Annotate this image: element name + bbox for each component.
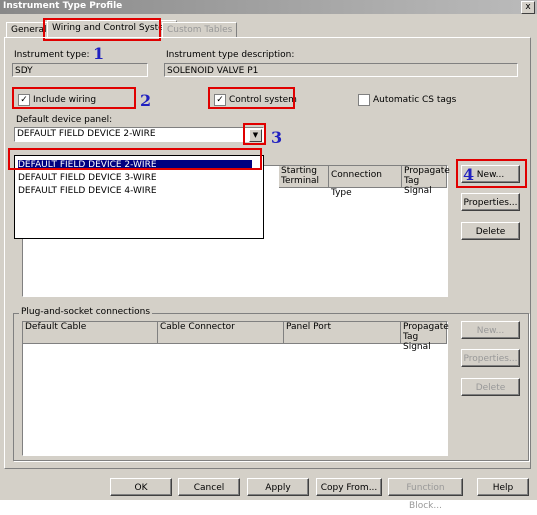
cable-connector-header[interactable]: Cable Connector [158,322,284,344]
instrument-type-label: Instrument type: [14,50,90,60]
default-device-panel-label: Default device panel: [16,115,113,125]
plug-and-socket-title: Plug-and-socket connections [19,307,153,317]
callout-4: 4 [463,165,475,184]
window-title: Instrument Type Profile [3,1,123,11]
propagate-tag-signal-header[interactable]: Propagate Tag Signal [402,166,450,196]
help-button[interactable]: Help [477,478,529,496]
default-cable-header[interactable]: Default Cable [23,322,158,344]
plug-new-button: New... [461,321,520,339]
instrument-description-label: Instrument type description: [166,50,295,60]
callout-3: 3 [271,128,283,147]
annotation-box-dropdown-arrow [243,123,266,145]
default-device-panel-value: DEFAULT FIELD DEVICE 2-WIRE [17,129,156,139]
automatic-cs-tags-checkbox[interactable] [358,94,370,106]
annotation-box-include-wiring [12,87,136,109]
plug-propagate-tag-signal-header[interactable]: Propagate Tag Signal [401,322,449,352]
tab-custom-tables: Custom Tables [162,22,238,38]
properties-button[interactable]: Properties... [461,193,520,211]
instrument-type-profile-dialog: Instrument Type Profile x General Wiring… [0,0,537,511]
automatic-cs-tags-label: Automatic CS tags [373,95,457,105]
copy-from-button[interactable]: Copy From... [316,478,382,496]
ok-button[interactable]: OK [110,478,172,496]
default-device-panel-combo[interactable]: DEFAULT FIELD DEVICE 2-WIRE ▼ [14,127,264,142]
delete-button[interactable]: Delete [461,222,520,240]
apply-button[interactable]: Apply [247,478,309,496]
connection-type-header[interactable]: Connection Type [329,166,402,198]
panel-port-header[interactable]: Panel Port [284,322,401,344]
plug-and-socket-list[interactable]: Default Cable Cable Connector Panel Port… [22,321,449,456]
instrument-description-field: SOLENOID VALVE P1 [164,63,518,77]
plug-properties-button: Properties... [461,349,520,367]
annotation-box-dropdown-option [8,148,262,170]
dropdown-option-3-wire[interactable]: DEFAULT FIELD DEVICE 3-WIRE [18,173,157,183]
function-block-button: Function Block... [388,478,463,511]
plug-delete-button: Delete [461,378,520,396]
close-button[interactable]: x [521,1,535,14]
cancel-button[interactable]: Cancel [178,478,240,496]
instrument-type-field: SDY [12,63,148,77]
dropdown-option-4-wire[interactable]: DEFAULT FIELD DEVICE 4-WIRE [18,186,157,196]
annotation-box-control-system [208,87,295,109]
title-bar[interactable]: Instrument Type Profile x [0,0,537,14]
starting-terminal-header[interactable]: Starting Terminal [279,166,329,188]
callout-2: 2 [140,91,152,110]
